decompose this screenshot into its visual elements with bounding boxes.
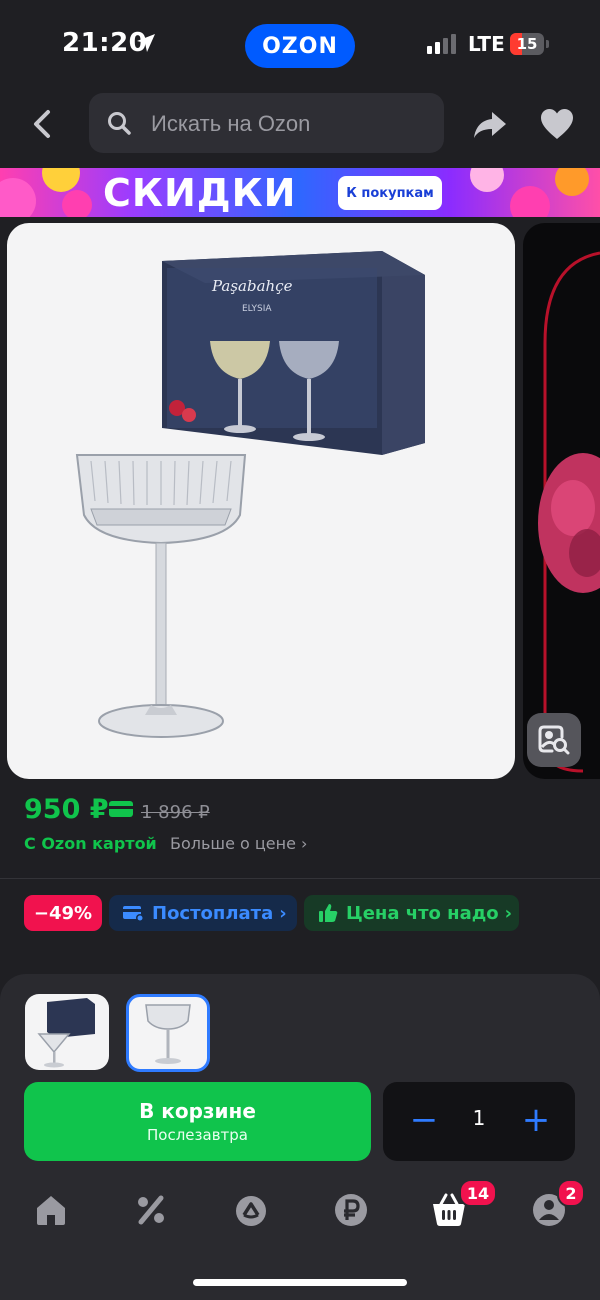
signal-icon [427, 34, 456, 54]
in-cart-button[interactable]: В корзине Послезавтра [24, 1082, 371, 1161]
next-photo-illustration [538, 251, 600, 773]
product-price: 950 ₽ [24, 794, 109, 825]
banner-title: СКИДКИ [103, 171, 297, 215]
fair-price-label: Цена что надо [346, 902, 499, 924]
variant-thumbnail-martini[interactable] [25, 994, 109, 1070]
home-indicator [193, 1279, 407, 1286]
banner-decor [0, 178, 36, 217]
chevron-right-icon: › [301, 834, 308, 853]
ozon-logo-pill[interactable]: OZON [245, 24, 355, 68]
quantity-stepper: − 1 + [383, 1082, 575, 1161]
share-icon[interactable] [472, 106, 508, 142]
coupe-variant-illustration [145, 1004, 191, 1064]
postpay-chip[interactable]: Постоплата › [109, 895, 297, 931]
postpay-card-icon [123, 906, 144, 922]
discount-badge: −49% [24, 895, 102, 931]
back-chevron-icon[interactable] [22, 104, 62, 144]
old-price: 1 896 ₽ [141, 802, 210, 823]
product-image[interactable]: Paşabahçe ELYSIA [7, 223, 515, 779]
brand-text: OZON [262, 33, 338, 59]
battery-icon: 15 [510, 33, 550, 55]
thumbs-up-icon [319, 904, 338, 922]
more-about-price-link[interactable]: Больше о цене › [170, 834, 307, 853]
ozon-card-price-label[interactable]: С Ozon картой [24, 834, 157, 853]
location-arrow-icon [137, 34, 155, 52]
increase-quantity-button[interactable]: + [519, 1102, 553, 1140]
promo-banner[interactable]: СКИДКИ К покупкам [0, 168, 600, 217]
cart-count-badge: 14 [459, 1179, 497, 1207]
postpay-label: Постоплата [152, 902, 274, 924]
battery-level: 15 [516, 35, 538, 53]
profile-notification-badge: 2 [557, 1179, 585, 1207]
card-icon [109, 801, 133, 817]
search-icon [108, 112, 131, 135]
network-type: LTE [468, 32, 505, 56]
product-photo-illustration: Paşabahçe ELYSIA [75, 251, 425, 738]
martini-variant-illustration [37, 998, 95, 1068]
fair-price-chip[interactable]: Цена что надо › [304, 895, 519, 931]
delivery-date: Послезавтра [147, 1126, 248, 1144]
box-model-text: ELYSIA [242, 304, 272, 314]
heart-icon[interactable] [540, 108, 574, 140]
banner-decor [555, 168, 589, 196]
decrease-quantity-button[interactable]: − [407, 1102, 441, 1140]
banner-shop-button[interactable]: К покупкам [338, 176, 442, 210]
more-about-price-text: Больше о цене [170, 834, 296, 853]
fresh-tab-icon[interactable] [233, 1192, 269, 1228]
box-brand-text: Paşabahçe [211, 277, 293, 295]
status-bar: 21:20 OZON LTE 15 [0, 0, 600, 88]
search-bar[interactable] [89, 93, 444, 155]
finance-tab-icon[interactable] [333, 1192, 369, 1228]
banner-decor [42, 168, 80, 192]
banner-decor [470, 168, 504, 192]
image-search-icon [538, 725, 570, 755]
chevron-right-icon: › [504, 902, 513, 924]
banner-decor [510, 186, 550, 217]
next-product-image[interactable] [523, 223, 600, 779]
chevron-right-icon: › [279, 902, 287, 924]
photo-search-button[interactable] [527, 713, 581, 767]
cart-button-label: В корзине [139, 1099, 256, 1123]
discounts-tab-icon[interactable] [133, 1192, 169, 1228]
variant-thumbnail-coupe-selected[interactable] [126, 994, 210, 1072]
discount-text: −49% [33, 902, 93, 924]
home-tab-icon[interactable] [33, 1192, 69, 1228]
banner-decor [62, 190, 92, 217]
quantity-value: 1 [472, 1106, 486, 1130]
search-input[interactable] [149, 93, 433, 155]
status-time: 21:20 [62, 28, 148, 58]
